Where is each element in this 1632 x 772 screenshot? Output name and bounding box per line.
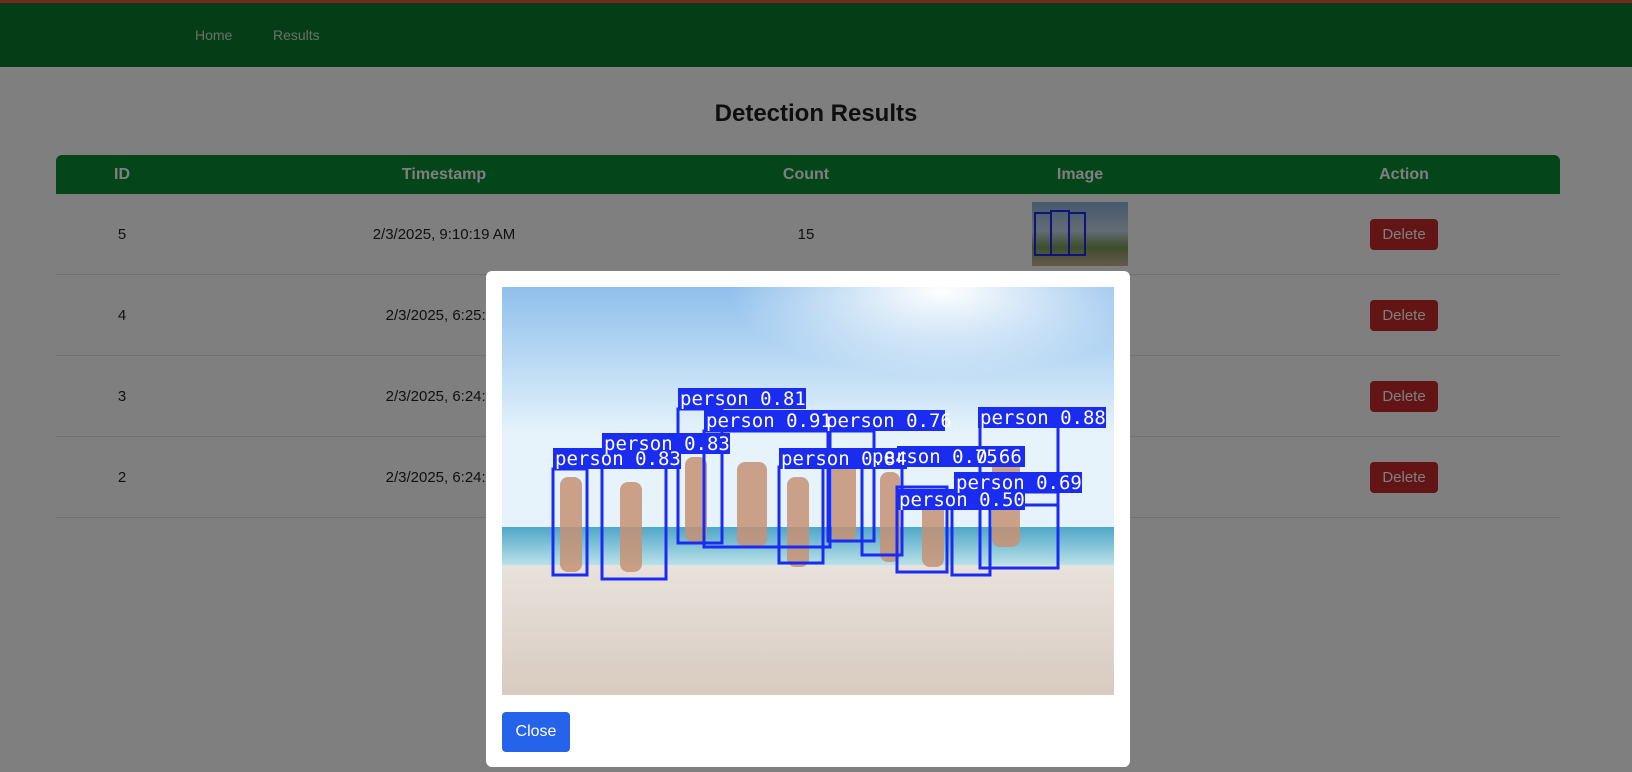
detection-image: person 0.81 person 0.91 person 0.76 pers… — [502, 287, 1114, 695]
detection-label: person 0.81 — [680, 388, 806, 410]
detection-label: 0.66 — [976, 446, 1022, 468]
image-modal: person 0.81 person 0.91 person 0.76 pers… — [486, 271, 1130, 767]
detection-label: person 0.88 — [980, 407, 1106, 429]
detection-label: person 0.83 — [555, 448, 681, 470]
detection-image-canvas: person 0.81 person 0.91 person 0.76 pers… — [502, 287, 1114, 695]
close-button[interactable]: Close — [502, 712, 570, 752]
detection-label: person 0.50 — [899, 489, 1025, 511]
detection-label: person 0.76 — [826, 410, 952, 432]
detection-label: person 0.91 — [706, 410, 832, 432]
